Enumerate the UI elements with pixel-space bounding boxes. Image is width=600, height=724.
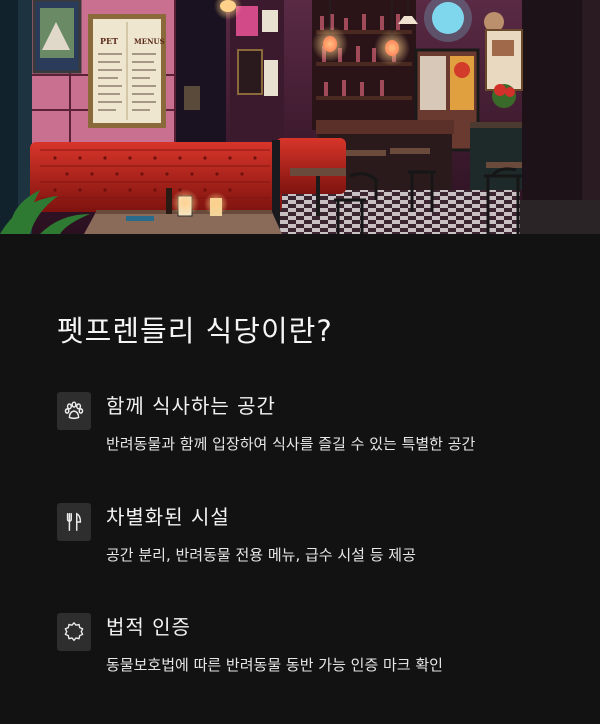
hero-image: PET MENUS bbox=[0, 0, 600, 234]
feature-title: 법적 인증 bbox=[106, 615, 191, 639]
menu-board-right-text: MENUS bbox=[134, 37, 165, 46]
feature-description: 동물보호법에 따른 반려동물 동반 가능 인증 마크 확인 bbox=[106, 656, 443, 674]
feature-title: 차별화된 시설 bbox=[106, 505, 230, 529]
menu-board-left-text: PET bbox=[100, 36, 118, 46]
feature-description: 공간 분리, 반려동물 전용 메뉴, 급수 시설 등 제공 bbox=[106, 546, 416, 564]
page-title: 펫프렌들리 식당이란? bbox=[57, 314, 333, 348]
feature-description: 반려동물과 함께 입장하여 식사를 즐길 수 있는 특별한 공간 bbox=[106, 435, 476, 453]
content-section: 펫프렌들리 식당이란? 함께 식사하는 공간 반려동물과 함께 입장하여 식사를… bbox=[0, 234, 600, 724]
feature-title: 함께 식사하는 공간 bbox=[106, 394, 276, 418]
paw-icon bbox=[57, 392, 91, 430]
fork-knife-icon bbox=[57, 503, 91, 541]
badge-seal-icon bbox=[57, 613, 91, 651]
